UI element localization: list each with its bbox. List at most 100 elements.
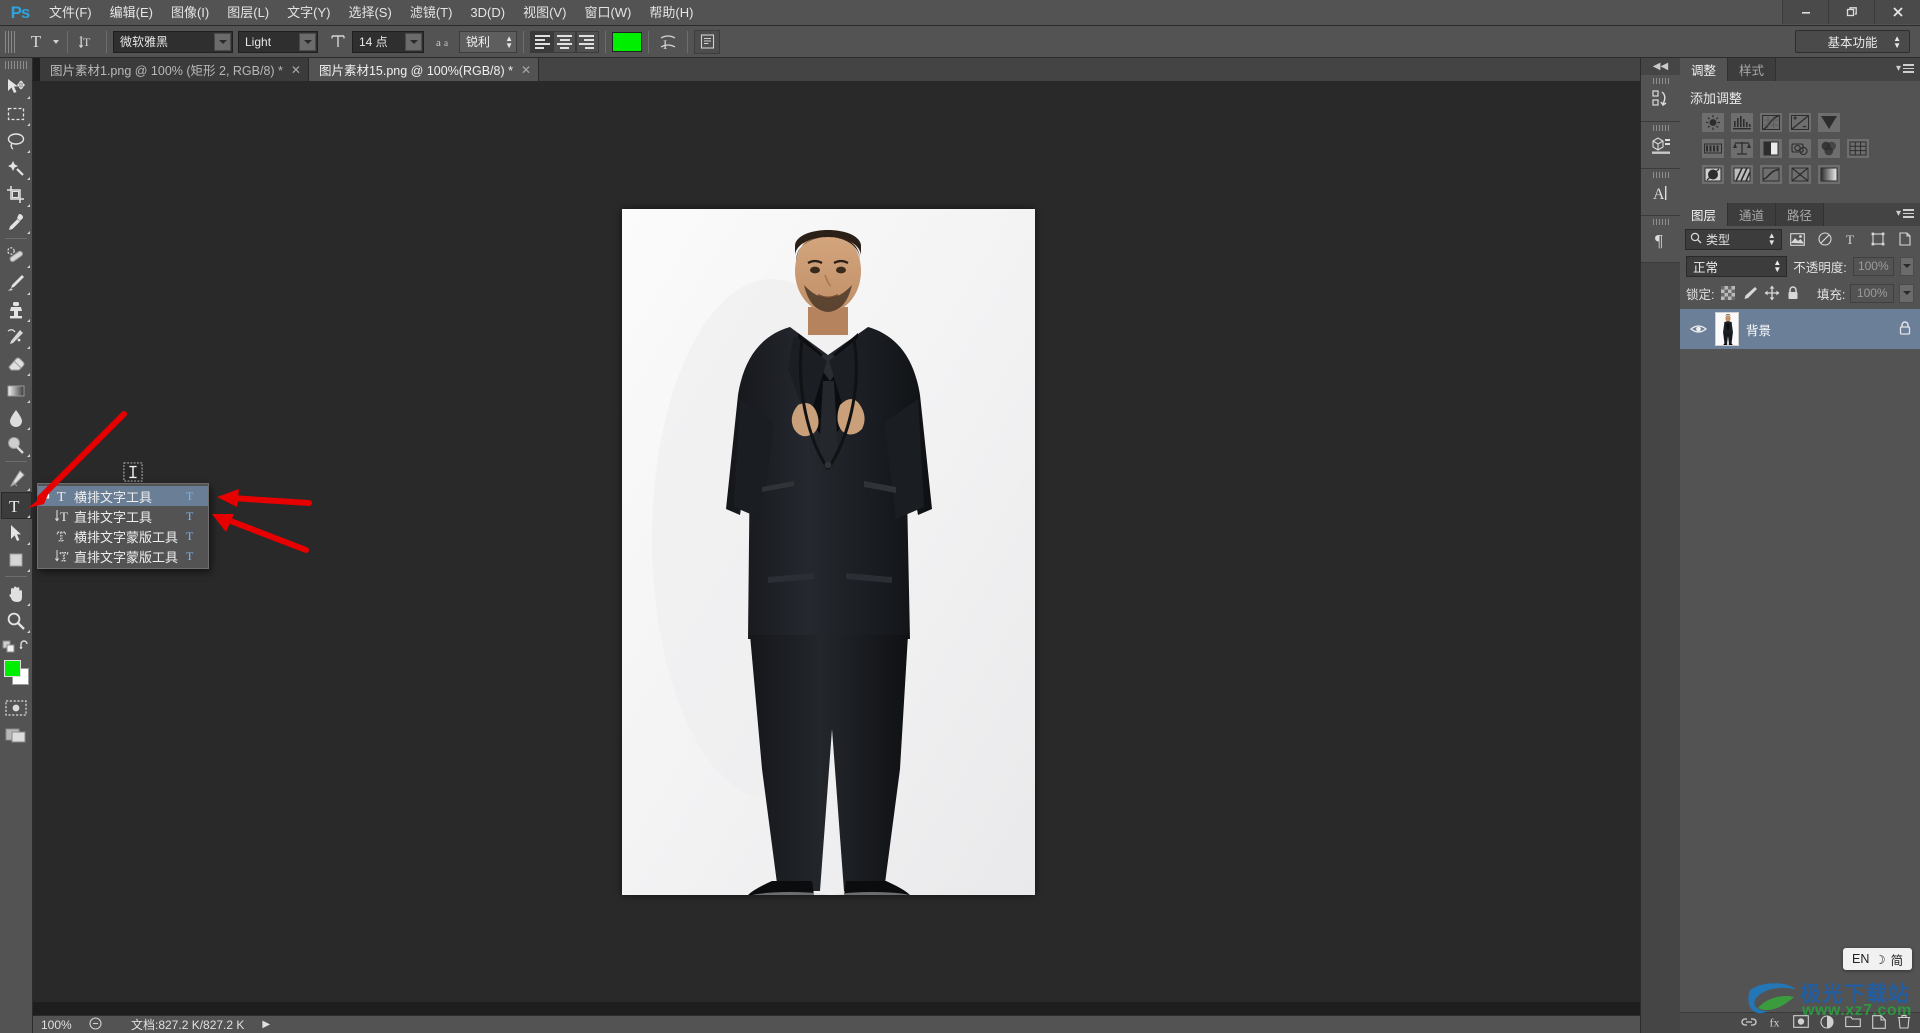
blur-tool[interactable] — [1, 404, 32, 431]
blend-mode-select[interactable]: 正常 ▲ ▼ — [1686, 255, 1788, 277]
hue-saturation-icon[interactable] — [1702, 139, 1724, 158]
layers-panel-menu-button[interactable]: ▾ — [1896, 208, 1914, 219]
curves-icon[interactable] — [1760, 113, 1782, 132]
tool-preset-picker[interactable]: T — [20, 30, 61, 54]
lasso-tool[interactable] — [1, 127, 32, 154]
crop-tool[interactable] — [1, 181, 32, 208]
document-tab-2[interactable]: 图片素材15.png @ 100%(RGB/8) * ✕ — [308, 58, 540, 81]
font-family-chevron-icon[interactable] — [214, 32, 231, 51]
minimize-button[interactable] — [1782, 0, 1828, 24]
menu-filter[interactable]: 滤镜(T) — [401, 0, 462, 26]
status-resize-icon[interactable] — [85, 1016, 105, 1033]
flyout-vertical-type-mask-tool[interactable]: T 直排文字蒙版工具 T — [38, 546, 208, 566]
layer-row-background[interactable]: 背景 — [1680, 309, 1920, 349]
gradient-tool[interactable] — [1, 377, 32, 404]
rectangular-marquee-tool[interactable] — [1, 100, 32, 127]
quick-mask-button[interactable] — [1, 694, 32, 721]
font-size-chevron-icon[interactable] — [405, 32, 422, 51]
ime-language-indicator[interactable]: EN ☽ 简 — [1843, 948, 1913, 970]
font-family-combo[interactable]: 微软雅黑 — [113, 30, 233, 53]
black-white-icon[interactable] — [1760, 139, 1782, 158]
tab-channels[interactable]: 通道 — [1728, 203, 1777, 226]
font-size-combo[interactable]: 14 点 — [352, 30, 424, 53]
layer-visibility-eye-icon[interactable] — [1688, 323, 1708, 335]
opacity-slider-chevron-icon[interactable] — [1899, 256, 1914, 276]
smartobject-filter-icon[interactable] — [1894, 229, 1915, 250]
align-center-button[interactable] — [553, 30, 576, 53]
close-icon[interactable]: ✕ — [291, 63, 301, 77]
tab-styles[interactable]: 样式 — [1728, 58, 1777, 81]
collapse-panels-icon[interactable]: ◀◀ — [1641, 58, 1680, 75]
move-tool[interactable] — [1, 73, 32, 100]
status-menu-arrow-icon[interactable]: ▶ — [262, 1019, 270, 1030]
type-filter-icon[interactable]: T — [1841, 229, 1862, 250]
shape-filter-icon[interactable] — [1868, 229, 1889, 250]
exposure-icon[interactable] — [1789, 113, 1811, 132]
fill-value[interactable]: 100% — [1850, 283, 1895, 303]
flyout-vertical-type-tool[interactable]: T 直排文字工具 T — [38, 506, 208, 526]
menu-type[interactable]: 文字(Y) — [278, 0, 339, 26]
tab-layers[interactable]: 图层 — [1680, 203, 1729, 226]
menu-help[interactable]: 帮助(H) — [640, 0, 702, 26]
brush-tool[interactable] — [1, 269, 32, 296]
lock-all-icon[interactable] — [1785, 285, 1802, 302]
gradient-map-icon[interactable] — [1818, 165, 1840, 184]
adjustments-panel-menu-button[interactable]: ▾ — [1896, 63, 1914, 74]
tab-adjustments[interactable]: 调整 — [1680, 58, 1729, 81]
canvas-work-area[interactable] — [33, 81, 1640, 1002]
eyedropper-tool[interactable] — [1, 208, 32, 235]
vibrance-icon[interactable] — [1818, 113, 1840, 132]
workspace-selector[interactable]: 基本功能 ▲ ▼ — [1795, 30, 1910, 53]
clone-stamp-tool[interactable] — [1, 296, 32, 323]
channel-mixer-icon[interactable] — [1818, 139, 1840, 158]
zoom-level[interactable]: 100% — [33, 1018, 85, 1032]
warp-text-icon[interactable]: I — [655, 30, 681, 54]
adjustment-filter-icon[interactable] — [1814, 229, 1835, 250]
pixel-filter-icon[interactable] — [1788, 229, 1809, 250]
paragraph-panel-button[interactable]: ¶ — [1641, 216, 1681, 263]
close-button[interactable] — [1874, 0, 1920, 24]
menu-view[interactable]: 视图(V) — [514, 0, 575, 26]
menu-edit[interactable]: 编辑(E) — [101, 0, 162, 26]
history-panel-button[interactable] — [1641, 75, 1681, 122]
magic-wand-tool[interactable] — [1, 154, 32, 181]
antialias-select[interactable]: 锐利 ▲ ▼ — [459, 30, 517, 53]
posterize-icon[interactable] — [1731, 165, 1753, 184]
character-panel-button[interactable]: A — [1641, 169, 1681, 216]
path-selection-tool[interactable] — [1, 519, 32, 546]
menu-file[interactable]: 文件(F) — [40, 0, 101, 26]
menu-window[interactable]: 窗口(W) — [575, 0, 640, 26]
fill-slider-chevron-icon[interactable] — [1899, 283, 1914, 303]
menu-select[interactable]: 选择(S) — [339, 0, 400, 26]
lock-transparent-icon[interactable] — [1719, 285, 1736, 302]
layer-filter-type-select[interactable]: 类型 ▲ ▼ — [1685, 228, 1782, 250]
layer-name[interactable]: 背景 — [1746, 320, 1891, 339]
lock-image-icon[interactable] — [1741, 285, 1758, 302]
align-left-button[interactable] — [530, 30, 553, 53]
screen-mode-button[interactable] — [1, 721, 32, 748]
text-orientation-icon[interactable]: I T — [74, 30, 100, 54]
rectangle-tool[interactable] — [1, 546, 32, 573]
font-style-combo[interactable]: Light — [238, 30, 318, 53]
align-right-button[interactable] — [576, 30, 599, 53]
toolbar-grip[interactable] — [5, 61, 27, 69]
brightness-contrast-icon[interactable] — [1702, 113, 1724, 132]
foreground-color-swatch[interactable] — [4, 660, 21, 677]
threshold-icon[interactable] — [1760, 165, 1782, 184]
menu-image[interactable]: 图像(I) — [162, 0, 218, 26]
lock-position-icon[interactable] — [1763, 285, 1780, 302]
dodge-tool[interactable] — [1, 431, 32, 458]
font-style-chevron-icon[interactable] — [299, 32, 316, 51]
document-tab-1[interactable]: 图片素材1.png @ 100% (矩形 2, RGB/8) * ✕ — [40, 58, 309, 81]
eraser-tool[interactable] — [1, 350, 32, 377]
spot-healing-brush-tool[interactable] — [1, 242, 32, 269]
menu-layer[interactable]: 图层(L) — [218, 0, 278, 26]
character-paragraph-panel-button[interactable] — [694, 29, 720, 54]
tab-paths[interactable]: 路径 — [1776, 203, 1825, 226]
levels-icon[interactable] — [1731, 113, 1753, 132]
photo-filter-icon[interactable] — [1789, 139, 1811, 158]
flyout-horizontal-type-mask-tool[interactable]: T 横排文字蒙版工具 T — [38, 526, 208, 546]
menu-3d[interactable]: 3D(D) — [461, 0, 514, 26]
history-brush-tool[interactable] — [1, 323, 32, 350]
invert-icon[interactable] — [1702, 165, 1724, 184]
